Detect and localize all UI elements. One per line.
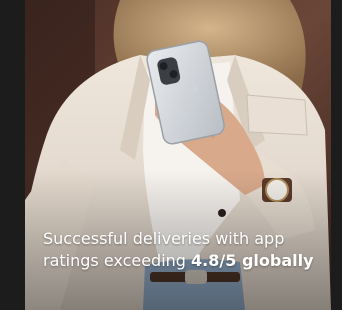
promo-caption: Successful deliveries with app ratings e… [43, 228, 323, 272]
caption-highlight: 4.8/5 globally [191, 251, 314, 270]
promo-card: Successful deliveries with app ratings e… [25, 0, 331, 310]
